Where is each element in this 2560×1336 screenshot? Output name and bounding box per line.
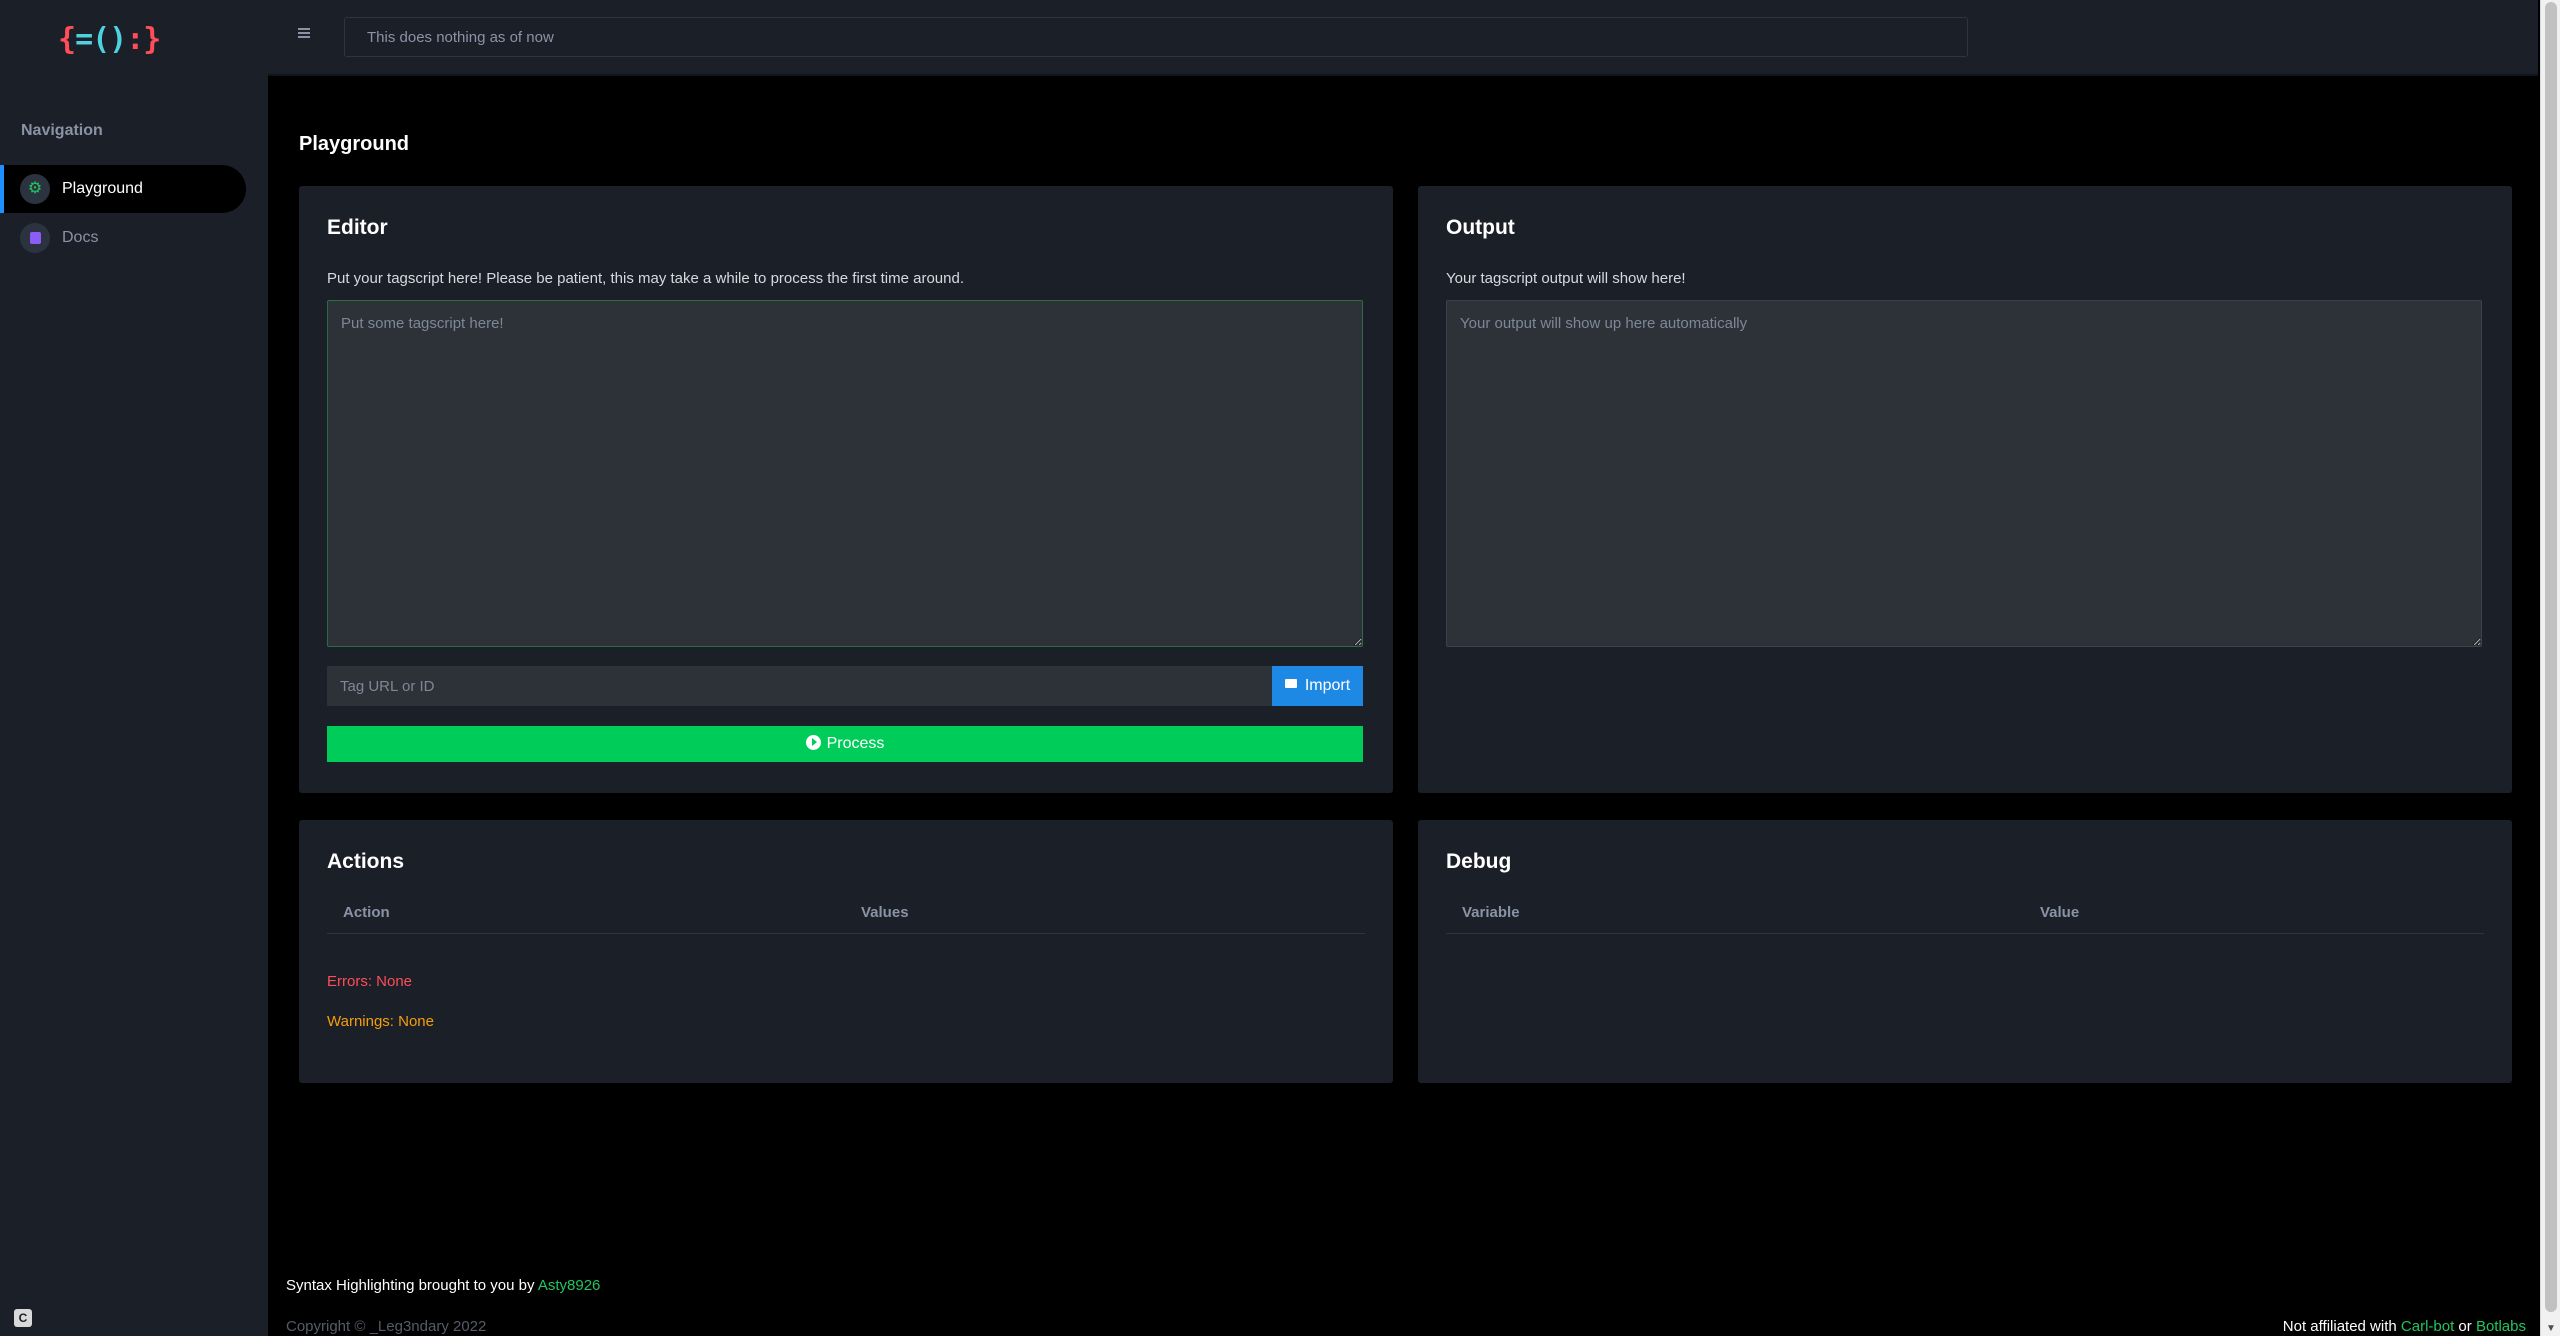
footer-credit: Syntax Highlighting brought to you by As… <box>286 1277 600 1294</box>
column-header-variable: Variable <box>1462 904 1520 921</box>
copyright-icon: C <box>14 1309 32 1327</box>
debug-title: Debug <box>1446 850 1512 873</box>
top-header <box>268 0 2538 76</box>
hamburger-menu-icon[interactable] <box>298 28 310 40</box>
search-input[interactable] <box>344 17 1968 57</box>
debug-table-header: Variable Value <box>1446 904 2484 934</box>
column-header-value: Value <box>2040 904 2080 921</box>
tag-url-input[interactable] <box>327 666 1272 706</box>
gear-icon: ⚙ <box>20 174 50 204</box>
process-button-label: Process <box>826 735 885 752</box>
output-title: Output <box>1446 216 1515 239</box>
scroll-down-arrow-icon[interactable]: ▼ <box>2546 1323 2556 1334</box>
logo-middle: =() <box>75 22 127 57</box>
botlabs-link[interactable]: Botlabs <box>2476 1318 2526 1335</box>
sidebar-item-docs[interactable]: Docs <box>0 214 246 262</box>
logo-brace-left: { <box>58 22 76 57</box>
affiliation-mid: or <box>2454 1318 2476 1335</box>
logo-brace-right: :} <box>126 22 161 57</box>
editor-card: Editor Put your tagscript here! Please b… <box>299 186 1393 793</box>
folder-icon <box>1284 678 1297 688</box>
import-button-label: Import <box>1304 677 1351 694</box>
editor-title: Editor <box>327 216 388 239</box>
affiliation-prefix: Not affiliated with <box>2282 1318 2401 1335</box>
output-card: Output Your tagscript output will show h… <box>1418 186 2512 793</box>
play-circle-icon <box>805 734 821 750</box>
footer-copyright: Copyright © _Leg3ndary 2022 <box>286 1318 487 1335</box>
scrollbar-thumb[interactable] <box>2545 2 2557 1312</box>
carl-bot-link[interactable]: Carl-bot <box>2401 1318 2454 1335</box>
column-header-action: Action <box>343 904 390 921</box>
logo[interactable]: {=():} <box>58 22 161 57</box>
warnings-status: Warnings: None <box>327 1013 434 1030</box>
tagscript-editor-textarea[interactable] <box>327 300 1363 647</box>
import-row: Import <box>327 666 1363 706</box>
actions-table-header: Action Values <box>327 904 1365 934</box>
sidebar-item-label: Playground <box>62 180 143 197</box>
output-textarea[interactable] <box>1446 300 2482 647</box>
page-scrollbar[interactable]: ▼ <box>2540 0 2560 1336</box>
column-header-values: Values <box>861 904 909 921</box>
page-title: Playground <box>299 133 410 155</box>
footer-credit-prefix: Syntax Highlighting brought to you by <box>286 1277 538 1294</box>
debug-card: Debug Variable Value <box>1418 820 2512 1083</box>
import-button[interactable]: Import <box>1272 666 1363 706</box>
editor-subtitle: Put your tagscript here! Please be patie… <box>327 270 964 287</box>
book-icon <box>20 223 50 253</box>
sidebar: {=():} Navigation ⚙ Playground Docs C <box>0 0 268 1336</box>
actions-card: Actions Action Values Errors: None Warni… <box>299 820 1393 1083</box>
nav-heading: Navigation <box>21 122 103 139</box>
process-button[interactable]: Process <box>327 726 1363 762</box>
sidebar-item-playground[interactable]: ⚙ Playground <box>0 165 246 213</box>
output-subtitle: Your tagscript output will show here! <box>1446 270 1686 287</box>
footer-affiliation: Not affiliated with Carl-bot or Botlabs <box>2283 1318 2526 1335</box>
actions-title: Actions <box>327 850 405 873</box>
credit-author-link[interactable]: Asty8926 <box>538 1277 601 1294</box>
errors-status: Errors: None <box>327 973 413 990</box>
sidebar-item-label: Docs <box>62 229 99 246</box>
